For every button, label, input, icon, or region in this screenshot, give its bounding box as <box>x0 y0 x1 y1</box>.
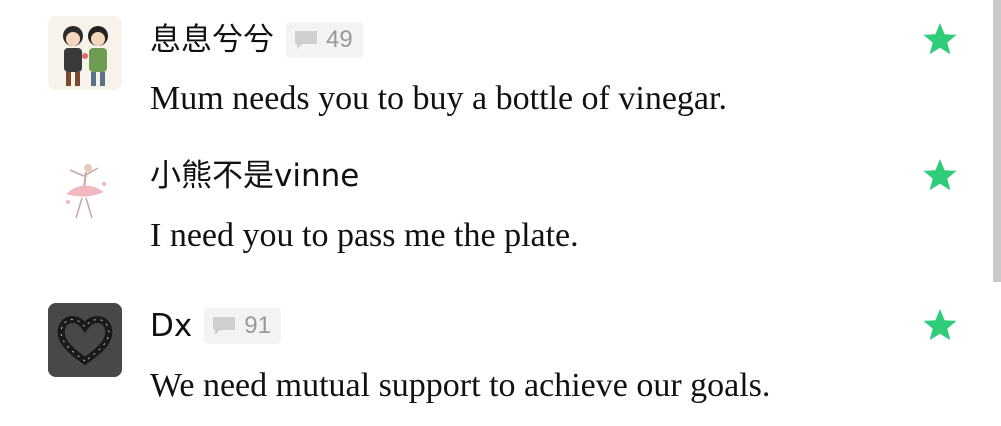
comment-text: Mum needs you to buy a bottle of vinegar… <box>150 80 727 117</box>
ballerina-sketch-icon <box>48 154 122 228</box>
heart-stones-icon <box>48 303 122 377</box>
avatar[interactable] <box>48 154 122 228</box>
username[interactable]: 小熊不是vinne <box>150 156 359 196</box>
comment-item: Dx 91 We need mutual support to achieve … <box>0 290 1001 426</box>
comment-text: We need mutual support to achieve our go… <box>150 367 771 404</box>
comment-feed: 息息兮兮 49 Mum needs you to buy a bottle of… <box>0 0 1001 426</box>
comment-count: 91 <box>244 312 271 339</box>
couple-illustration-icon <box>48 16 122 90</box>
comment-count-badge: 91 <box>204 308 281 344</box>
username[interactable]: Dx <box>150 306 192 346</box>
comment-count: 49 <box>326 26 353 53</box>
username[interactable]: 息息兮兮 <box>150 20 274 60</box>
avatar[interactable] <box>48 303 122 377</box>
star-icon[interactable] <box>920 20 960 60</box>
name-row: 小熊不是vinne <box>150 156 359 196</box>
comment-bubble-icon <box>213 317 236 335</box>
scrollbar[interactable] <box>993 0 1001 282</box>
avatar[interactable] <box>48 16 122 90</box>
comment-bubble-icon <box>295 31 317 49</box>
comment-count-badge: 49 <box>286 22 363 58</box>
star-icon[interactable] <box>920 156 960 196</box>
comment-item: 小熊不是vinne I need you to pass me the plat… <box>0 140 1001 290</box>
comment-text: I need you to pass me the plate. <box>150 217 579 254</box>
comment-item: 息息兮兮 49 Mum needs you to buy a bottle of… <box>0 0 1001 140</box>
star-icon[interactable] <box>920 306 960 346</box>
name-row: 息息兮兮 49 <box>150 20 363 60</box>
name-row: Dx 91 <box>150 306 281 346</box>
